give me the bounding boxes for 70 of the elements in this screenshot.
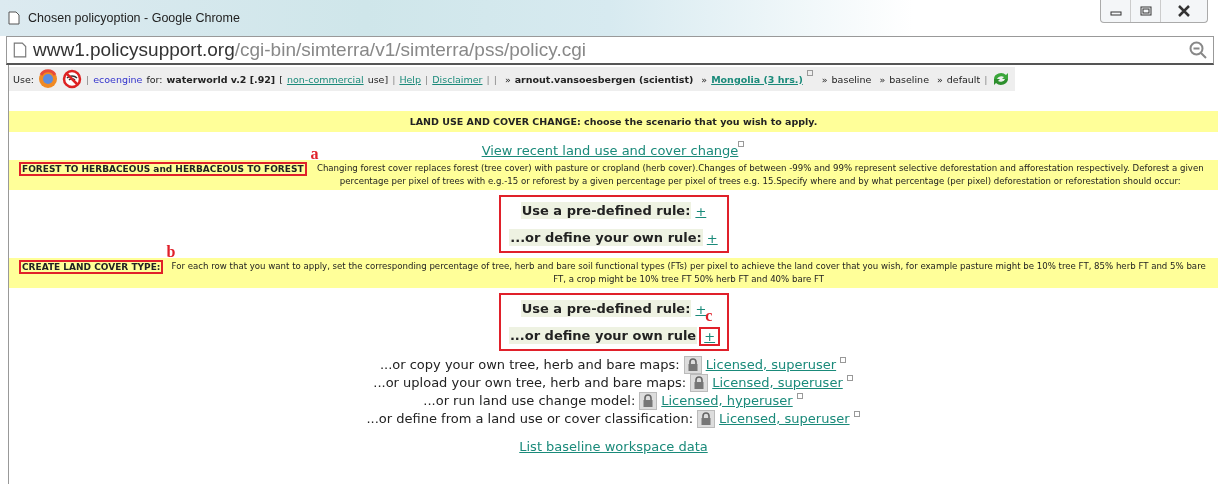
external-link-icon <box>806 69 814 76</box>
toolbar-text: use] <box>367 73 389 85</box>
add-link[interactable]: + <box>706 231 718 246</box>
add-link[interactable]: + <box>701 329 719 344</box>
license-link[interactable]: Licensed, superuser <box>705 356 837 374</box>
toolbar-link[interactable]: Disclaimer <box>432 73 483 85</box>
lock-icon <box>683 356 702 374</box>
url-text: www1.policysupport.org/cgi-bin/simterra/v1/simterra/pss/policy.cgi <box>33 39 586 61</box>
external-link-icon <box>853 410 861 417</box>
toolbar-text: for: <box>146 73 163 85</box>
use-label: Use: <box>13 73 34 85</box>
rule-label: ...or define your own rule: <box>509 229 703 246</box>
section-header: LAND USE AND COVER CHANGE: choose the scenario that you wish to apply. <box>9 111 1218 132</box>
toolbar-text: baseline <box>831 73 872 85</box>
toolbar-text: [ <box>279 73 283 85</box>
toolbar-text: arnout.vansoesbergen (scientist) <box>514 73 694 85</box>
breadcrumb-arrow: » <box>937 73 943 85</box>
license-link[interactable]: Licensed, hyperuser <box>661 392 793 410</box>
separator: | <box>425 73 429 85</box>
section-description: Changing forest cover replaces forest (tree cover) with pasture or cropland (herb cover).Changes of between -99% and 99% represent selective deforestation and afforestation respectively. Deforest a given percentage per pixel of trees with e.g.-15 or reforest by a given percentage per pixel of trees e.g. 15.Specify where and by what percentage (per pixel) deforestation or reforestation should occur: <box>315 162 1205 188</box>
breadcrumb-arrow: » <box>504 73 511 85</box>
lock-icon <box>697 410 716 428</box>
annotation-letter: b <box>166 244 176 260</box>
option-label: ...or copy your own tree, herb and bare maps: <box>379 356 680 374</box>
window-title: Chosen policyoption - Google Chrome <box>28 11 240 25</box>
add-link[interactable]: + <box>695 204 707 219</box>
workspace-link[interactable]: List baseline workspace data <box>519 439 708 454</box>
toolbar-text: default <box>946 73 981 85</box>
separator: | <box>392 73 396 85</box>
external-link-icon <box>738 140 746 147</box>
section-description: For each row that you want to apply, set the corresponding percentage of tree, herb and bare soil functional types (FTs) per pixel to achieve the land cover that you wish, for example pasture might be 10% tree FT, 85% herb FT and 5% bare FT, a crop might be 10% tree FT 50% herb FT and 40% bare FT <box>170 260 1207 286</box>
external-link-icon <box>840 356 848 363</box>
maximize-icon <box>1139 6 1152 16</box>
section-title: CREATE LAND COVER TYPE: <box>21 262 162 272</box>
toolbar-text: baseline <box>889 73 929 85</box>
license-link[interactable]: Licensed, superuser <box>712 374 843 392</box>
external-link-icon <box>846 374 854 381</box>
separator: | <box>85 73 90 85</box>
toolbar-link[interactable]: non-commercial <box>286 73 364 85</box>
view-changes-link[interactable]: View recent land use and cover change <box>481 143 739 158</box>
annotation-letter: a <box>310 146 319 162</box>
option-label: ...or run land use change model: <box>423 392 636 410</box>
breadcrumb-arrow: » <box>879 73 886 85</box>
rule-label: Use a pre-defined rule: <box>520 202 692 219</box>
rule-label: ...or define your own rule <box>508 327 698 344</box>
lock-icon <box>690 374 709 392</box>
lock-icon <box>639 392 658 410</box>
close-icon <box>1177 5 1191 17</box>
separator: | <box>486 73 490 85</box>
zoom-out-icon[interactable] <box>1189 41 1207 59</box>
toolbar-link[interactable]: Help <box>399 73 422 85</box>
no-wifi-icon[interactable] <box>61 69 82 89</box>
section-title: FOREST TO HERBACEOUS and HERBACEOUS TO FOREST <box>21 164 305 174</box>
breadcrumb-arrow: » <box>821 73 828 85</box>
separator: | <box>493 73 497 85</box>
browser-icon[interactable] <box>37 69 58 89</box>
annotation-letter: c <box>705 308 713 324</box>
option-label: ...or define from a land use or cover classification: <box>366 410 694 428</box>
brand-link[interactable]: ecoengine <box>93 73 143 85</box>
rule-label: Use a pre-defined rule: <box>520 300 692 317</box>
option-label: ...or upload your own tree, herb and bare maps: <box>373 374 687 392</box>
separator: | <box>984 73 988 85</box>
external-link-icon <box>796 392 804 399</box>
license-link[interactable]: Licensed, superuser <box>719 410 850 428</box>
address-bar[interactable]: www1.policysupport.org/cgi-bin/simterra/v1/simterra/pss/policy.cgi <box>6 36 1214 65</box>
page-icon <box>13 42 27 58</box>
toolbar-text: waterworld v.2 [.92] <box>166 73 276 85</box>
page-icon <box>8 11 20 25</box>
breadcrumb-arrow: » <box>701 73 708 85</box>
region-link[interactable]: Mongolia (3 hrs.) <box>711 73 803 85</box>
